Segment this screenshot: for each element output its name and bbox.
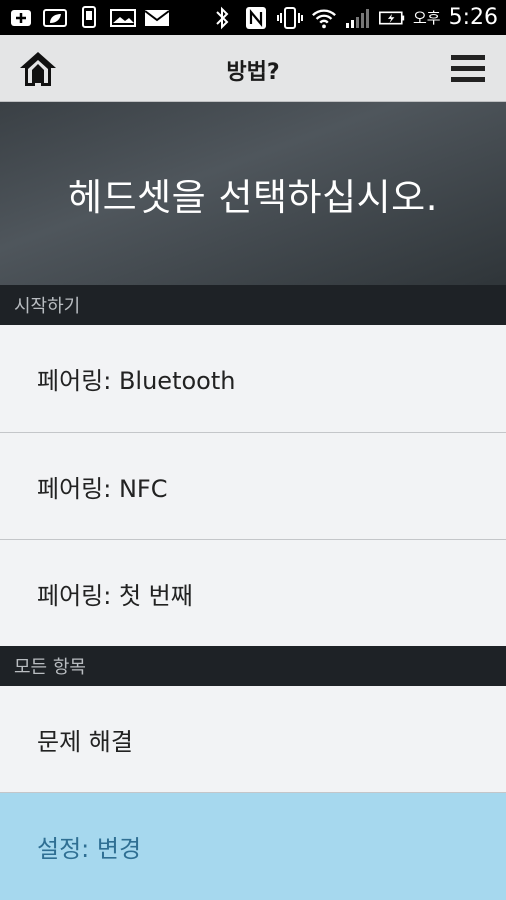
section-header-getting-started: 시작하기 [0, 285, 506, 325]
list-item-pairing-bluetooth[interactable]: 페어링: Bluetooth [0, 325, 506, 433]
leaf-icon [42, 7, 68, 29]
vibrate-icon [276, 6, 303, 29]
mail-icon [144, 7, 170, 29]
app-bar: 방법? [0, 35, 506, 102]
list-item-troubleshooting[interactable]: 문제 해결 [0, 686, 506, 793]
battery-charging-icon [378, 7, 405, 29]
list-item-pairing-first[interactable]: 페어링: 첫 번째 [0, 540, 506, 646]
status-ampm: 오후 [412, 9, 441, 27]
list-item-pairing-nfc[interactable]: 페어링: NFC [0, 433, 506, 540]
nfc-icon [243, 6, 269, 29]
device-icon [76, 5, 102, 29]
menu-button[interactable] [448, 49, 488, 89]
add-notification-icon [8, 7, 34, 29]
wifi-icon [311, 7, 337, 29]
bluetooth-icon [209, 6, 235, 29]
picture-icon [110, 7, 136, 29]
page-title: 방법? [226, 60, 280, 85]
list-item-settings-change[interactable]: 설정: 변경 [0, 793, 506, 900]
section-header-all-items: 모든 항목 [0, 646, 506, 686]
signal-icon [345, 7, 371, 29]
hero-banner: 헤드셋을 선택하십시오. [0, 102, 506, 285]
status-bar: 오후 5:26 [0, 0, 506, 35]
status-time: 5:26 [448, 5, 498, 30]
hero-title: 헤드셋을 선택하십시오. [68, 175, 438, 219]
hamburger-menu-icon [451, 55, 485, 82]
